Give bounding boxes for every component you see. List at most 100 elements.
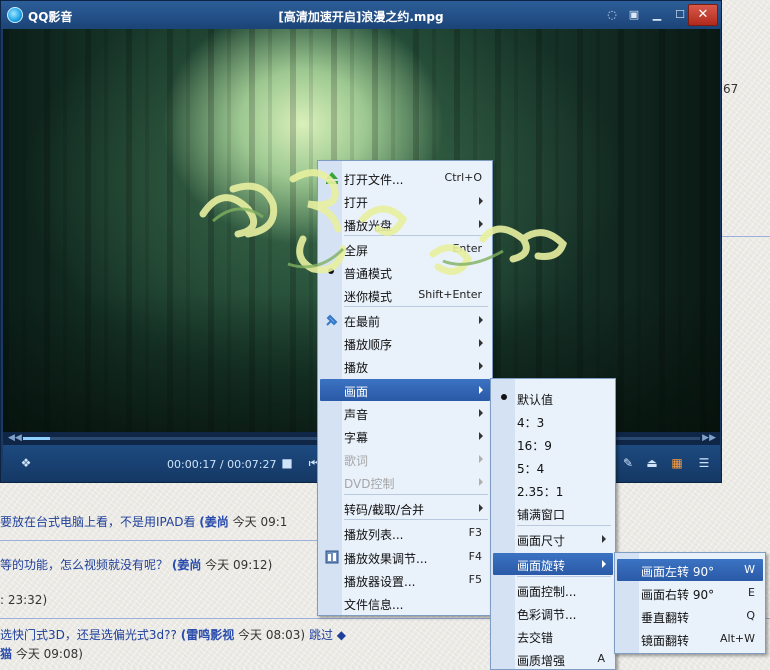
menu-item-label: 铺满窗口 — [517, 508, 566, 522]
bg-fragment: 67 — [723, 82, 739, 96]
menu-item-label: 转码/截取/合并 — [344, 503, 425, 517]
menu-item-shortcut: A — [597, 652, 605, 665]
submenu-arrow-icon — [479, 339, 483, 347]
menu-item-label: DVD控制 — [344, 477, 395, 491]
menu-item-shortcut: F3 — [468, 526, 482, 539]
menu-item-在最前[interactable]: 在最前 — [320, 309, 490, 331]
menu-item-画面右转-90[interactable]: 画面右转 90° E — [617, 582, 763, 604]
eject-icon[interactable]: ⏏ — [643, 454, 661, 472]
post-author[interactable]: (姜尚 — [172, 558, 202, 572]
close-icon[interactable]: ✕ — [688, 4, 718, 26]
post-title[interactable]: 要放在台式电脑上看，不是用IPAD看 — [0, 515, 195, 529]
menu-item-画面控制[interactable]: 画面控制... — [493, 579, 613, 601]
skin-icon[interactable]: ▣ — [625, 6, 643, 23]
menu-item-声音[interactable]: 声音 — [320, 402, 490, 424]
menu-item-label: 色彩调节... — [517, 608, 577, 622]
submenu-arrow-icon — [479, 478, 483, 486]
menu-item-播放顺序[interactable]: 播放顺序 — [320, 332, 490, 354]
menu-item-5-4[interactable]: 5：4 — [493, 456, 613, 478]
menu-separator — [517, 525, 611, 526]
post-time: : 23:32) — [0, 593, 48, 607]
post-author[interactable]: 猫 — [0, 647, 12, 661]
chat-bubble-icon[interactable]: ◌ — [603, 6, 621, 23]
menu-separator — [344, 494, 488, 495]
minimize-icon[interactable]: ▁ — [648, 6, 666, 23]
menu-item-shortcut: W — [744, 563, 755, 576]
menu-item-画面[interactable]: 画面 — [320, 379, 490, 401]
menu-item-文件信息[interactable]: 文件信息... — [320, 592, 490, 614]
menu-item-播放列表[interactable]: 播放列表... F3 — [320, 522, 490, 544]
submenu-arrow-icon — [479, 504, 483, 512]
pin-icon — [326, 314, 338, 326]
menu-item-label: 画面右转 90° — [641, 588, 715, 602]
menu-item-label: 去交错 — [517, 631, 554, 645]
menu-item-画面旋转[interactable]: 画面旋转 — [493, 553, 613, 575]
menu-item-去交错[interactable]: 去交错 — [493, 625, 613, 647]
menu-item-shortcut: E — [748, 586, 755, 599]
context-menu-picture[interactable]: 默认值 4：3 16：9 5：4 2.35：1 铺满窗口画面尺寸画面旋转画面控制... 色彩… — [490, 378, 616, 670]
footprint-icon[interactable]: ❖ — [17, 454, 35, 472]
menu-item-label: 声音 — [344, 408, 369, 422]
rewind-icon[interactable]: ◀◀ — [8, 433, 22, 443]
submenu-arrow-icon — [479, 316, 483, 324]
fast-forward-icon[interactable]: ▶▶ — [702, 433, 716, 443]
playback-time: 00:00:17 / 00:07:27 — [167, 458, 277, 471]
forum-post-line[interactable]: 等的功能，怎么视频就没有呢？ (姜尚 今天 09:12) — [0, 556, 272, 573]
menu-item-label: 垂直翻转 — [641, 611, 690, 625]
skip-link[interactable]: 跳过 — [309, 628, 333, 642]
forum-post-line[interactable]: 选快门式3D，还是选偏光式3d?? (雷鸣影视 今天 08:03) 跳过 ◆ — [0, 626, 346, 643]
menu-item-label: 歌词 — [344, 454, 369, 468]
menu-item-label: 16：9 — [517, 439, 552, 453]
post-title[interactable]: 选快门式3D，还是选偏光式3d?? — [0, 628, 177, 642]
menu-item-label: 播放 — [344, 361, 369, 375]
menu-separator — [517, 576, 611, 577]
menu-item-默认值[interactable]: 默认值 — [493, 387, 613, 409]
menu-item-垂直翻转[interactable]: 垂直翻转 Q — [617, 605, 763, 627]
menu-item-2-35-1[interactable]: 2.35：1 — [493, 479, 613, 501]
maximize-icon[interactable]: ☐ — [671, 6, 689, 23]
submenu-arrow-icon — [602, 535, 606, 543]
title-bar[interactable]: QQ影音 [高清加速开启]浪漫之约.mpg ◌ ▣ ▁ ☐ ✕ — [1, 1, 721, 29]
diamond-icon: ◆ — [336, 628, 347, 642]
menu-item-label: 画面尺寸 — [517, 534, 566, 548]
stop-icon[interactable]: ■ — [278, 454, 296, 472]
post-time: 今天 09:1 — [232, 515, 288, 529]
menu-item-转码-截取-合并[interactable]: 转码/截取/合并 — [320, 497, 490, 519]
menu-item-label: 5：4 — [517, 462, 545, 476]
post-author[interactable]: (姜尚 — [199, 515, 229, 529]
menu-item-label: 文件信息... — [344, 598, 404, 612]
menu-item-shortcut: F5 — [468, 573, 482, 586]
menu-item-镜面翻转[interactable]: 镜面翻转 Alt+W — [617, 628, 763, 650]
menu-item-铺满窗口[interactable]: 铺满窗口 — [493, 502, 613, 524]
forum-post-line[interactable]: 猫 今天 09:08) — [0, 645, 83, 662]
menu-item-画面左转-90[interactable]: 画面左转 90° W — [617, 559, 763, 581]
menu-item-画面尺寸[interactable]: 画面尺寸 — [493, 528, 613, 550]
submenu-arrow-icon — [479, 455, 483, 463]
playlist-icon[interactable]: ☰ — [695, 454, 713, 472]
menu-item-色彩调节[interactable]: 色彩调节... — [493, 602, 613, 624]
bg-divider — [0, 540, 320, 541]
menu-item-label: 在最前 — [344, 315, 381, 329]
menu-item-shortcut: Q — [746, 609, 755, 622]
menu-item-4-3[interactable]: 4：3 — [493, 410, 613, 432]
menu-item-播放[interactable]: 播放 — [320, 355, 490, 377]
menu-item-播放器设置[interactable]: 播放器设置... F5 — [320, 569, 490, 591]
post-author[interactable]: (雷鸣影视 — [181, 628, 235, 642]
color-palette-icon[interactable]: ▦ — [668, 454, 686, 472]
menu-item-字幕[interactable]: 字幕 — [320, 425, 490, 447]
menu-item-label: 画面左转 90° — [641, 565, 715, 579]
post-title[interactable]: 等的功能，怎么视频就没有呢？ — [0, 558, 168, 572]
forum-post-line[interactable]: 要放在台式电脑上看，不是用IPAD看 (姜尚 今天 09:1 — [0, 513, 287, 530]
menu-item-16-9[interactable]: 16：9 — [493, 433, 613, 455]
check-dot-icon — [501, 394, 507, 400]
menu-item-shortcut: F4 — [468, 550, 482, 563]
menu-item-label: 画面 — [344, 385, 369, 399]
submenu-arrow-icon — [479, 386, 483, 394]
tools-icon[interactable]: ✎ — [619, 454, 637, 472]
submenu-arrow-icon — [479, 432, 483, 440]
menu-item-播放效果调节[interactable]: 播放效果调节... F4 — [320, 546, 490, 568]
submenu-arrow-icon — [602, 560, 606, 568]
movie-title-artwork — [199, 169, 568, 275]
menu-item-label: 播放顺序 — [344, 338, 393, 352]
context-menu-rotate[interactable]: 画面左转 90° W 画面右转 90° E 垂直翻转 Q 镜面翻转 Alt+W — [614, 552, 766, 654]
